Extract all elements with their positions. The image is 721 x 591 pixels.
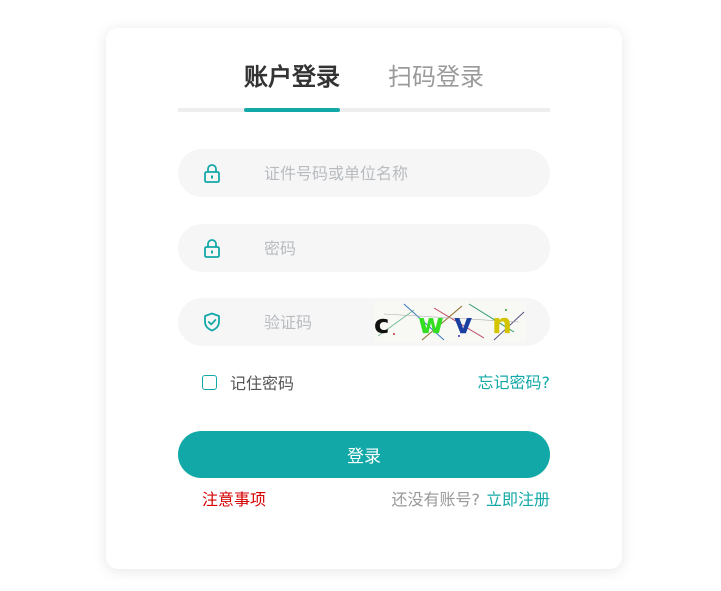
tab-qr-login[interactable]: 扫码登录 [388,62,484,92]
lock-icon [202,163,222,183]
captcha-char: n [492,307,512,340]
notice-link[interactable]: 注意事项 [202,486,266,510]
register-row: 还没有账号? 立即注册 [391,486,550,510]
account-input[interactable] [264,149,524,197]
captcha-image[interactable]: c w v n [374,302,526,342]
forgot-password-link[interactable]: 忘记密码? [478,369,551,393]
register-link[interactable]: 立即注册 [486,490,550,509]
captcha-char: v [454,307,472,340]
active-tab-indicator [244,108,340,112]
captcha-input[interactable] [264,298,364,346]
password-field [178,224,550,272]
login-button[interactable]: 登录 [178,431,550,478]
tab-track [178,108,550,112]
remember-checkbox[interactable] [202,374,217,390]
captcha-char: c [374,310,389,340]
remember-label[interactable]: 记住密码 [230,370,294,394]
captcha-field: c w v n [178,298,550,346]
shield-check-icon [202,312,222,332]
tab-account-login[interactable]: 账户登录 [244,62,340,92]
account-field [178,149,550,197]
no-account-text: 还没有账号? [391,490,480,509]
remember-row: 记住密码 [202,370,294,394]
captcha-char: w [418,307,444,340]
lock-icon [202,238,222,258]
login-tabs: 账户登录 扫码登录 [178,58,550,114]
password-input[interactable] [264,224,524,272]
